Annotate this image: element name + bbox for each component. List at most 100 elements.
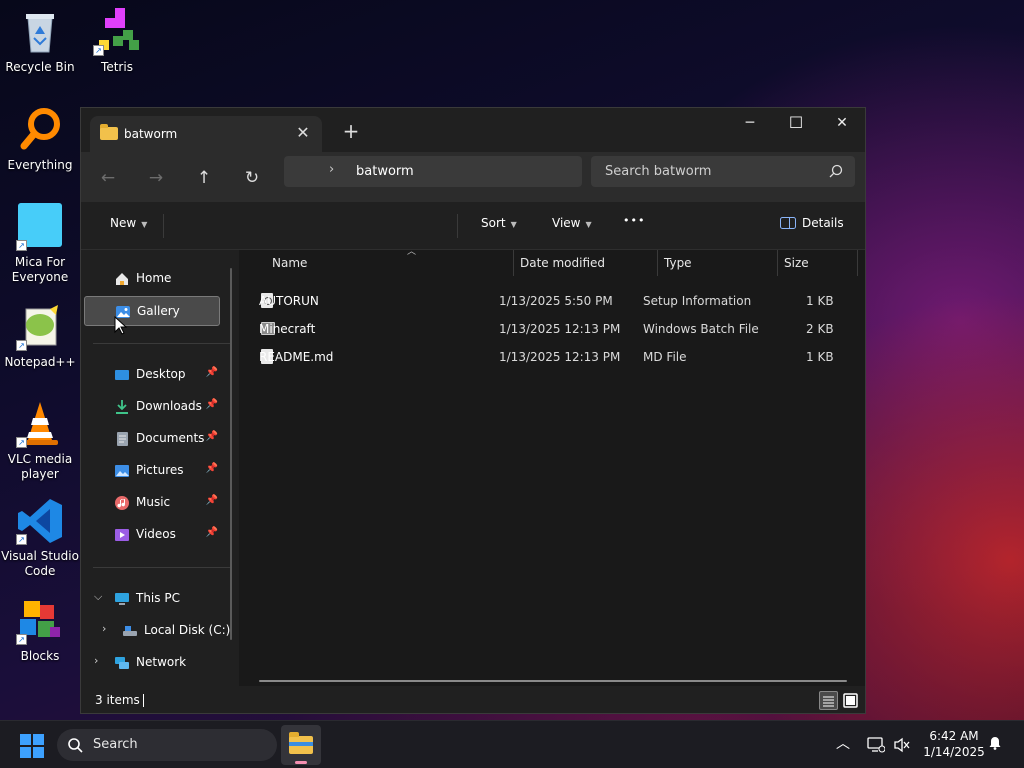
close-window-button[interactable]: ✕ [819, 108, 865, 138]
close-tab-button[interactable]: ✕ [292, 122, 314, 144]
column-header-size[interactable]: Size [777, 250, 857, 276]
chevron-down-icon: ▼ [141, 220, 148, 229]
taskbar: Search ︿ 6:42 AM 1/14/2025 [0, 720, 1024, 768]
file-row[interactable]: README.md 1/13/2025 12:13 PM MD File 1 K… [255, 343, 853, 371]
column-header-name[interactable]: Name ︿ [265, 247, 515, 276]
minimize-button[interactable]: ─ [727, 108, 773, 138]
windows-logo-icon [33, 747, 44, 758]
column-header-type[interactable]: Type [657, 250, 777, 276]
shortcut-arrow-icon: ↗ [16, 240, 27, 251]
column-header-date[interactable]: Date modified [513, 250, 657, 276]
desktop-icon-vscode[interactable]: ↗ Visual Studio Code [0, 497, 80, 579]
sidebar-item-desktop[interactable]: Desktop 📌 [84, 360, 220, 390]
sidebar-item-pictures[interactable]: Pictures 📌 [84, 456, 220, 486]
desktop-icon-recycle-bin[interactable]: Recycle Bin [0, 8, 80, 75]
sidebar-item-home[interactable]: Home [84, 264, 220, 294]
search-icon [68, 738, 83, 753]
breadcrumb-batworm[interactable]: batworm [356, 164, 414, 179]
sidebar-item-downloads[interactable]: Downloads 📌 [84, 392, 220, 422]
sort-ascending-icon: ︿ [407, 247, 417, 257]
address-bar[interactable]: › batworm [284, 156, 582, 187]
search-box[interactable]: Search batworm [591, 156, 855, 187]
details-pane-button[interactable]: Details [780, 216, 844, 230]
back-button[interactable]: ← [92, 162, 124, 194]
pin-icon[interactable]: 📌 [206, 399, 218, 410]
navigation-bar: ← → ↑ ↻ › batworm Search batworm [81, 152, 865, 202]
taskbar-clock[interactable]: 6:42 AM 1/14/2025 [914, 728, 994, 760]
desktop-icon-tetris[interactable]: ↗ Tetris [77, 8, 157, 75]
show-hidden-icons-button[interactable]: ︿ [836, 733, 850, 753]
start-button[interactable] [20, 734, 44, 758]
sort-button[interactable]: Sort ▼ [481, 216, 517, 230]
more-options-button[interactable]: ••• [623, 214, 645, 227]
sidebar-divider [93, 567, 231, 568]
pin-icon[interactable]: 📌 [206, 495, 218, 506]
sidebar-item-videos[interactable]: Videos 📌 [84, 520, 220, 550]
chevron-down-icon[interactable]: ⌵ [94, 590, 102, 604]
videos-icon [115, 529, 129, 541]
file-date: 1/13/2025 12:13 PM [499, 350, 621, 364]
new-tab-button[interactable]: + [339, 120, 363, 144]
taskbar-file-explorer[interactable] [281, 725, 321, 765]
tetris-icon: ↗ [93, 8, 141, 56]
sidebar-item-local-disk[interactable]: › Local Disk (C:) [84, 616, 230, 646]
details-button-label: Details [802, 216, 844, 230]
view-button-label: View [552, 216, 581, 230]
taskbar-search-box[interactable]: Search [57, 729, 277, 761]
shortcut-arrow-icon: ↗ [16, 634, 27, 645]
pin-icon[interactable]: 📌 [206, 463, 218, 474]
file-row[interactable]: AUTORUN 1/13/2025 5:50 PM Setup Informat… [255, 287, 853, 315]
desktop-icon-everything[interactable]: Everything [0, 106, 80, 173]
sidebar-item-this-pc[interactable]: ⌵ This PC [84, 584, 220, 614]
pin-icon[interactable]: 📌 [206, 527, 218, 538]
network-status-icon[interactable] [867, 737, 885, 753]
mouse-pointer-icon [114, 316, 128, 335]
sidebar-item-label: This PC [136, 591, 180, 605]
file-row[interactable]: Minecraft 1/13/2025 12:13 PM Windows Bat… [255, 315, 853, 343]
search-input[interactable]: Search batworm [605, 164, 711, 179]
file-size: 1 KB [806, 294, 834, 308]
pin-icon[interactable]: 📌 [206, 431, 218, 442]
shortcut-arrow-icon: ↗ [93, 45, 104, 56]
file-date: 1/13/2025 12:13 PM [499, 322, 621, 336]
new-button[interactable]: New ▼ [110, 216, 147, 230]
desktop-icon-mica[interactable]: ↗ Mica For Everyone [0, 203, 80, 285]
blocks-icon: ↗ [16, 597, 64, 645]
tiles-view-button[interactable] [841, 691, 860, 710]
sidebar-item-music[interactable]: Music 📌 [84, 488, 220, 518]
notification-bell-icon[interactable] [988, 736, 1002, 750]
details-view-button[interactable] [819, 691, 838, 710]
column-divider[interactable] [857, 250, 858, 276]
sidebar-item-gallery[interactable]: Gallery [84, 296, 220, 326]
sidebar-item-label: Documents [136, 431, 205, 445]
tiles-view-icon [843, 693, 858, 708]
sidebar-scrollbar[interactable] [230, 268, 232, 640]
volume-muted-icon[interactable] [893, 737, 911, 753]
command-bar: New ▼ Sort ▼ View ▼ ••• Details [81, 202, 865, 250]
sidebar-item-label: Downloads [136, 399, 202, 413]
recycle-bin-icon [16, 8, 64, 56]
refresh-button[interactable]: ↻ [236, 162, 268, 194]
view-button[interactable]: View ▼ [552, 216, 592, 230]
sidebar-item-label: Videos [136, 527, 176, 541]
desktop-icon-notepadpp[interactable]: ↗ Notepad++ [0, 303, 80, 370]
breadcrumb-chevron-icon[interactable]: › [329, 162, 334, 177]
home-icon [116, 273, 128, 285]
sidebar-item-documents[interactable]: Documents 📌 [84, 424, 220, 454]
folder-icon [100, 124, 118, 140]
pictures-icon [115, 465, 129, 477]
horizontal-scrollbar[interactable] [259, 680, 847, 682]
forward-button[interactable]: → [140, 162, 172, 194]
details-view-icon [823, 696, 834, 707]
column-header-label: Name [272, 256, 308, 270]
chevron-right-icon[interactable]: › [102, 622, 106, 635]
maximize-button[interactable]: ☐ [773, 108, 819, 138]
pin-icon[interactable]: 📌 [206, 367, 218, 378]
tab-batworm[interactable]: batworm ✕ [90, 116, 322, 152]
chevron-right-icon[interactable]: › [94, 654, 98, 667]
up-button[interactable]: ↑ [188, 162, 220, 194]
desktop-icon [115, 370, 129, 380]
desktop-icon-blocks[interactable]: ↗ Blocks [0, 597, 80, 664]
sidebar-item-network[interactable]: › Network [84, 648, 220, 678]
desktop-icon-vlc[interactable]: ↗ VLC media player [0, 400, 80, 482]
